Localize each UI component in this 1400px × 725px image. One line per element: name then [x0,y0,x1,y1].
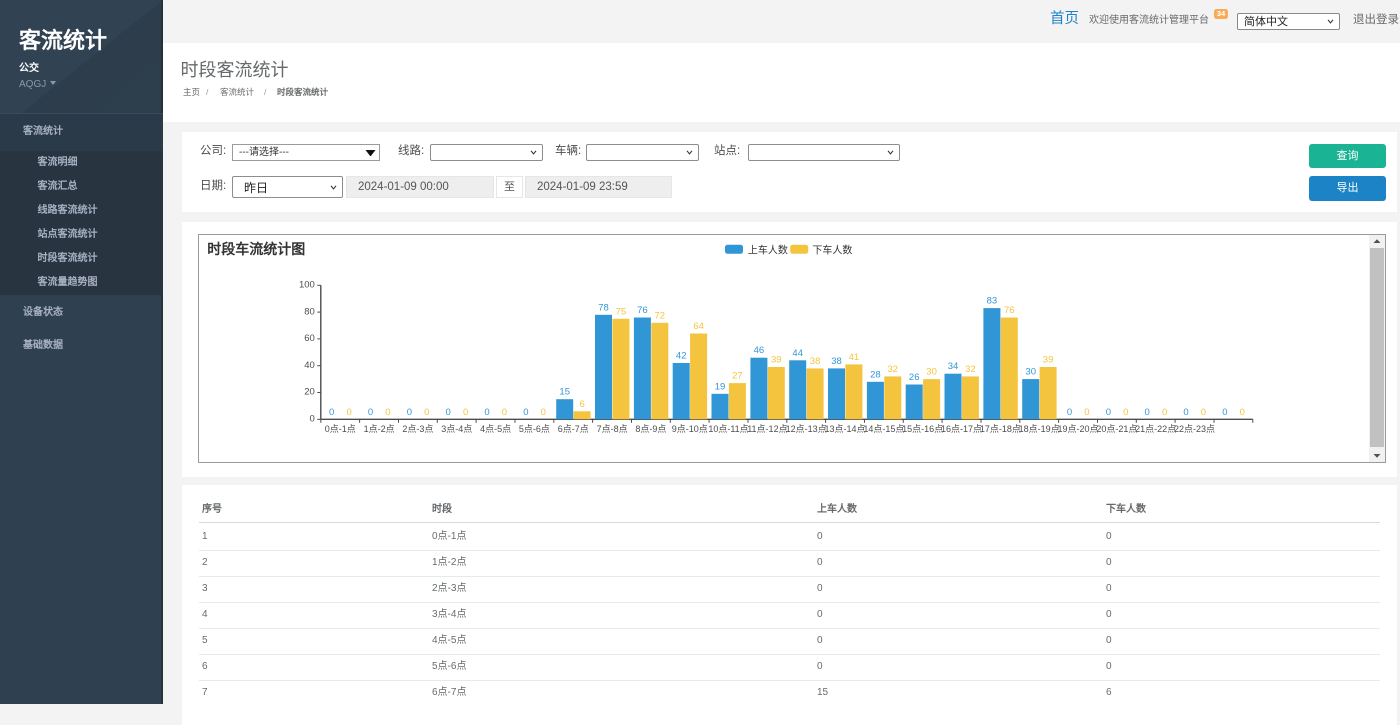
svg-text:38: 38 [809,355,820,366]
svg-text:14点-15点: 14点-15点 [863,423,904,433]
svg-text:10点-11点: 10点-11点 [708,423,748,433]
svg-text:76: 76 [637,305,648,316]
svg-text:17点-18点: 17点-18点 [979,423,1020,433]
svg-text:22点-23点: 22点-23点 [1173,423,1214,433]
svg-text:0: 0 [1222,406,1227,417]
svg-text:72: 72 [654,310,665,321]
svg-text:0点-1点: 0点-1点 [324,423,355,433]
svg-text:0: 0 [346,406,351,417]
svg-text:0: 0 [424,406,429,417]
svg-text:83: 83 [986,295,997,306]
svg-text:78: 78 [598,302,609,313]
svg-text:3点-4点: 3点-4点 [441,423,472,433]
svg-text:15: 15 [559,386,570,397]
svg-text:上车人数: 上车人数 [747,243,787,256]
svg-text:76: 76 [1004,305,1015,316]
svg-text:13点-14点: 13点-14点 [824,423,865,433]
svg-text:19点-20点: 19点-20点 [1057,423,1098,433]
svg-text:0: 0 [385,406,390,417]
svg-text:2点-3点: 2点-3点 [402,423,433,433]
svg-text:7点-8点: 7点-8点 [596,423,627,433]
svg-text:42: 42 [675,350,686,361]
svg-text:11点-12点: 11点-12点 [747,423,787,433]
svg-text:30: 30 [1025,366,1036,377]
svg-text:21点-22点: 21点-22点 [1135,423,1176,433]
svg-text:44: 44 [792,347,803,358]
svg-text:0: 0 [1200,406,1205,417]
svg-text:0: 0 [406,406,411,417]
svg-text:60: 60 [304,333,315,344]
svg-text:75: 75 [615,306,626,317]
svg-text:0: 0 [523,406,528,417]
svg-text:64: 64 [693,321,704,332]
svg-text:9点-10点: 9点-10点 [671,423,707,433]
svg-text:20点-21点: 20点-21点 [1096,423,1137,433]
svg-text:4点-5点: 4点-5点 [480,423,511,433]
svg-text:0: 0 [1144,406,1149,417]
svg-text:39: 39 [771,354,782,365]
svg-text:6: 6 [579,398,584,409]
svg-text:46: 46 [753,345,764,356]
svg-text:80: 80 [304,306,315,317]
svg-text:0: 0 [1066,406,1071,417]
svg-text:0: 0 [445,406,450,417]
svg-text:28: 28 [870,369,881,380]
svg-text:38: 38 [831,355,842,366]
svg-text:20: 20 [304,386,315,397]
svg-text:0: 0 [1183,406,1188,417]
svg-text:41: 41 [848,351,859,362]
svg-text:16点-17点: 16点-17点 [940,423,981,433]
svg-text:39: 39 [1042,354,1053,365]
svg-text:30: 30 [926,366,937,377]
svg-text:0: 0 [1084,406,1089,417]
svg-text:0: 0 [1161,406,1166,417]
svg-text:32: 32 [965,363,976,374]
svg-text:19: 19 [714,381,725,392]
svg-text:27: 27 [732,370,743,381]
svg-text:15点-16点: 15点-16点 [902,423,943,433]
svg-text:8点-9点: 8点-9点 [635,423,666,433]
svg-text:100: 100 [298,279,314,290]
svg-text:1点-2点: 1点-2点 [363,423,394,433]
svg-text:18点-19点: 18点-19点 [1018,423,1059,433]
svg-text:0: 0 [1123,406,1128,417]
svg-text:下车人数: 下车人数 [812,243,852,256]
svg-text:34: 34 [947,361,958,372]
svg-text:0: 0 [501,406,506,417]
svg-text:0: 0 [462,406,467,417]
svg-text:时段车流统计图: 时段车流统计图 [207,241,305,257]
svg-text:6点-7点: 6点-7点 [557,423,588,433]
svg-text:26: 26 [908,372,919,383]
svg-text:32: 32 [887,363,898,374]
svg-text:40: 40 [304,359,315,370]
svg-text:0: 0 [484,406,489,417]
svg-text:12点-13点: 12点-13点 [785,423,826,433]
svg-text:0: 0 [309,413,314,424]
svg-text:0: 0 [540,406,545,417]
svg-text:0: 0 [329,406,334,417]
svg-text:0: 0 [1239,406,1244,417]
svg-text:5点-6点: 5点-6点 [518,423,549,433]
svg-text:0: 0 [367,406,372,417]
svg-text:0: 0 [1105,406,1110,417]
